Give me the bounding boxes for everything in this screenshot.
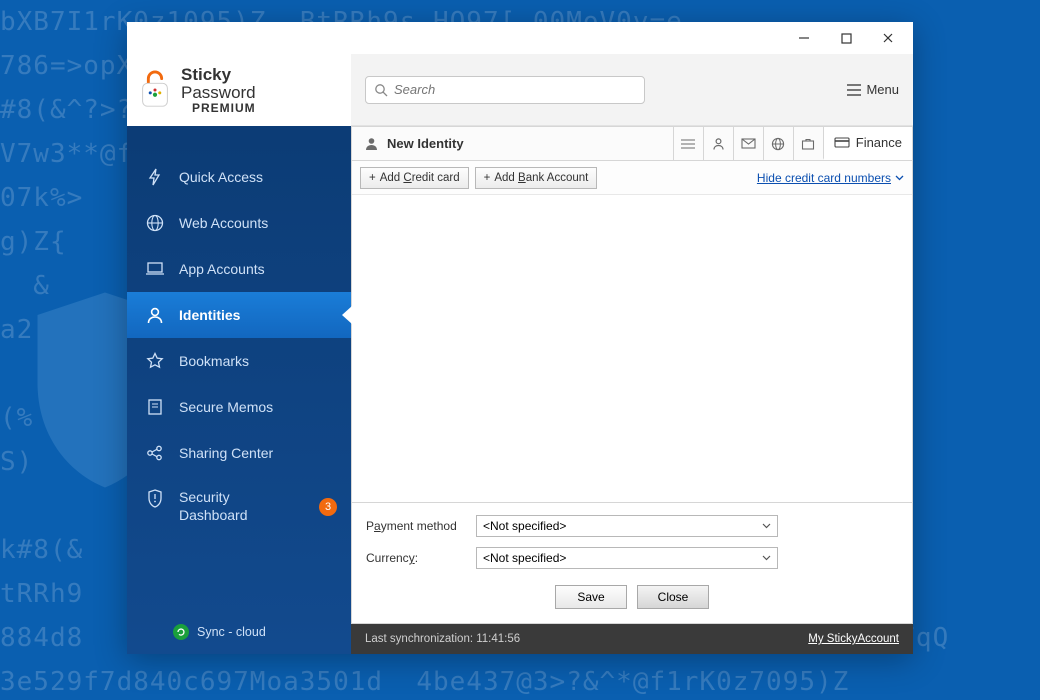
- bolt-icon: [145, 167, 165, 187]
- window-minimize-button[interactable]: [783, 24, 825, 52]
- logo: Sticky Password PREMIUM: [127, 54, 351, 126]
- nav-identities[interactable]: Identities: [127, 292, 351, 338]
- note-icon: [145, 397, 165, 417]
- tab-list[interactable]: [673, 127, 703, 160]
- identity-name: New Identity: [387, 136, 464, 151]
- logo-line3: PREMIUM: [181, 102, 256, 115]
- select-value: <Not specified>: [483, 551, 566, 565]
- search-input[interactable]: [394, 82, 636, 97]
- finance-items-area: [352, 195, 912, 502]
- tab-business[interactable]: [793, 127, 823, 160]
- finance-toolbar: + Add Credit card + Add Bank Account Hid…: [352, 161, 912, 195]
- sync-status[interactable]: Sync - cloud: [127, 610, 351, 654]
- chevron-down-icon: [762, 523, 771, 529]
- identity-tabs: Finance: [673, 127, 912, 160]
- tab-web[interactable]: [763, 127, 793, 160]
- titlebar: [127, 22, 913, 54]
- my-account-link[interactable]: My StickyAccount: [808, 633, 899, 645]
- close-button[interactable]: Close: [637, 585, 709, 609]
- tab-mail[interactable]: [733, 127, 763, 160]
- finance-form: Payment method <Not specified> Currency:…: [352, 502, 912, 623]
- search-icon: [374, 83, 388, 97]
- share-icon: [145, 443, 165, 463]
- plus-icon: +: [369, 172, 376, 184]
- alert-badge: 3: [319, 498, 337, 516]
- save-button[interactable]: Save: [555, 585, 627, 609]
- nav-label: Identities: [179, 307, 240, 323]
- sync-icon: [173, 624, 189, 640]
- window-maximize-button[interactable]: [825, 24, 867, 52]
- chevron-down-icon: [762, 555, 771, 561]
- nav-quick-access[interactable]: Quick Access: [127, 154, 351, 200]
- tab-label: Finance: [856, 135, 902, 150]
- window-close-button[interactable]: [867, 24, 909, 52]
- payment-method-select[interactable]: <Not specified>: [476, 515, 778, 537]
- nav-label: Quick Access: [179, 169, 263, 185]
- form-buttons: Save Close: [366, 579, 898, 613]
- search-field[interactable]: [365, 76, 645, 104]
- nav-label: Bookmarks: [179, 353, 249, 369]
- add-bank-account-button[interactable]: + Add Bank Account: [475, 167, 598, 189]
- payment-method-label: Payment method: [366, 519, 476, 533]
- logo-line1: Sticky: [181, 66, 256, 84]
- currency-select[interactable]: <Not specified>: [476, 547, 778, 569]
- add-credit-card-button[interactable]: + Add Credit card: [360, 167, 469, 189]
- app-window: Sticky Password PREMIUM Quick Access Web…: [127, 22, 913, 654]
- nav: Quick Access Web Accounts App Accounts I…: [127, 126, 351, 610]
- topbar: Menu: [351, 54, 913, 126]
- globe-icon: [145, 213, 165, 233]
- content-area: New Identity Finance: [351, 126, 913, 624]
- nav-web-accounts[interactable]: Web Accounts: [127, 200, 351, 246]
- nav-security-dashboard[interactable]: Security Dashboard 3: [127, 476, 351, 537]
- menu-label: Menu: [866, 82, 899, 97]
- identity-header: New Identity Finance: [352, 127, 912, 161]
- tab-person[interactable]: [703, 127, 733, 160]
- chevron-down-icon: [895, 175, 904, 181]
- tab-finance[interactable]: Finance: [823, 127, 912, 160]
- person-icon: [364, 136, 379, 151]
- last-sync-text: Last synchronization: 11:41:56: [365, 633, 520, 645]
- laptop-icon: [145, 259, 165, 279]
- nav-label: Web Accounts: [179, 215, 268, 231]
- nav-app-accounts[interactable]: App Accounts: [127, 246, 351, 292]
- nav-secure-memos[interactable]: Secure Memos: [127, 384, 351, 430]
- nav-label: Secure Memos: [179, 399, 273, 415]
- sync-label: Sync - cloud: [197, 625, 266, 639]
- nav-label: Sharing Center: [179, 445, 273, 461]
- nav-label: App Accounts: [179, 261, 265, 277]
- card-icon: [834, 137, 850, 148]
- statusbar: Last synchronization: 11:41:56 My Sticky…: [351, 624, 913, 654]
- identity-title: New Identity: [352, 127, 673, 160]
- main-panel: Menu New Identity: [351, 54, 913, 654]
- nav-label: Security Dashboard: [179, 489, 248, 524]
- person-icon: [145, 305, 165, 325]
- nav-bookmarks[interactable]: Bookmarks: [127, 338, 351, 384]
- select-value: <Not specified>: [483, 519, 566, 533]
- logo-line2: Password: [181, 84, 256, 102]
- hide-card-numbers-link[interactable]: Hide credit card numbers: [757, 171, 904, 185]
- app-logo-icon: [137, 70, 173, 110]
- sidebar: Sticky Password PREMIUM Quick Access Web…: [127, 54, 351, 654]
- currency-label: Currency:: [366, 551, 476, 565]
- menu-button[interactable]: Menu: [847, 82, 899, 97]
- plus-icon: +: [484, 172, 491, 184]
- shield-alert-icon: [145, 489, 165, 509]
- star-icon: [145, 351, 165, 371]
- nav-sharing-center[interactable]: Sharing Center: [127, 430, 351, 476]
- hamburger-icon: [847, 84, 861, 96]
